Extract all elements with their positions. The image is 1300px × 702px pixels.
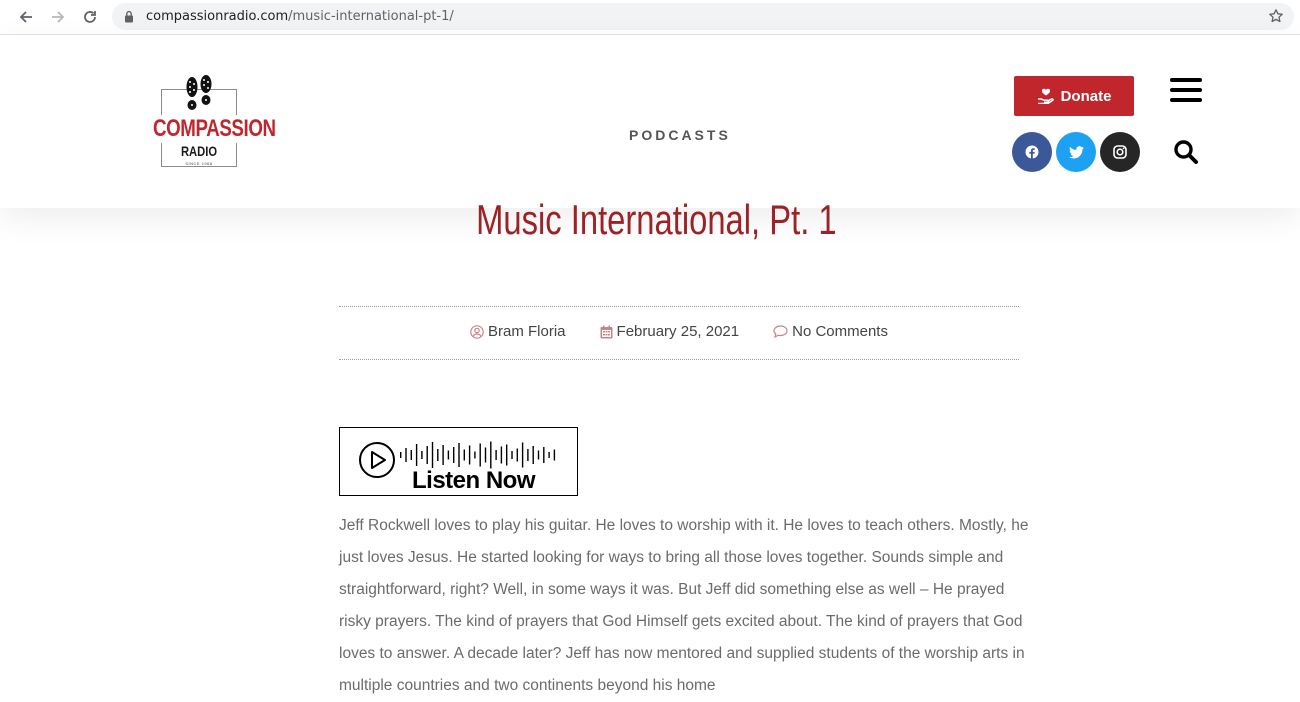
author-name: Bram Floria [488, 323, 566, 340]
post-author[interactable]: Bram Floria [470, 323, 566, 340]
address-bar[interactable]: compassionradio.com/music-international-… [112, 3, 1294, 30]
post-date[interactable]: February 25, 2021 [600, 323, 740, 340]
arrow-left-icon [19, 11, 32, 23]
hand-heart-icon [1037, 88, 1054, 104]
bookmark-star-icon[interactable] [1268, 8, 1284, 24]
back-button[interactable] [14, 5, 38, 29]
reload-icon [84, 11, 96, 23]
post-title: Music International, Pt. 1 [476, 196, 837, 243]
nav-podcasts-link[interactable]: PODCASTS [629, 127, 731, 143]
url-path: /music-international-pt-1/ [288, 9, 454, 24]
instagram-icon [1113, 145, 1127, 159]
comments-text: No Comments [792, 323, 888, 340]
instagram-button[interactable] [1100, 132, 1140, 172]
forward-button[interactable] [46, 5, 70, 29]
reload-button[interactable] [78, 5, 102, 29]
user-circle-icon [470, 324, 484, 339]
meta-divider-bottom [339, 359, 1019, 360]
site-header: COMPASSION RADIO SINCE 1968 PODCASTS Don… [0, 35, 1300, 208]
listen-now-button[interactable]: Listen Now [339, 427, 578, 496]
url-text: compassionradio.com/music-international-… [146, 9, 454, 24]
twitter-button[interactable] [1056, 132, 1096, 172]
menu-toggle-button[interactable] [1170, 78, 1202, 102]
facebook-button[interactable] [1012, 132, 1052, 172]
lock-icon [125, 10, 133, 23]
hamburger-bar [1170, 98, 1202, 102]
meta-divider-top [339, 306, 1019, 307]
arrow-right-icon [52, 11, 65, 23]
facebook-icon [1025, 145, 1039, 159]
article-body: Jeff Rockwell loves to play his guitar. … [339, 517, 1029, 694]
donate-button[interactable]: Donate [1014, 76, 1134, 116]
calendar-icon [600, 325, 613, 338]
hamburger-bar [1170, 78, 1202, 82]
comment-icon [773, 325, 788, 338]
twitter-icon [1068, 145, 1084, 158]
url-domain: compassionradio.com [146, 9, 289, 24]
browser-toolbar: compassionradio.com/music-international-… [0, 0, 1300, 35]
post-meta: Bram Floria February 25, 2021 No Comment… [339, 323, 1019, 340]
logo-tagline: SINCE 1968 [185, 161, 213, 166]
listen-now-label: Listen Now [412, 467, 536, 494]
donate-label: Donate [1060, 87, 1112, 105]
footprints-icon [186, 75, 212, 110]
audio-waveform-icon [400, 441, 556, 469]
logo-subtitle: RADIO [180, 143, 218, 159]
date-text: February 25, 2021 [616, 323, 740, 340]
post-comments[interactable]: No Comments [773, 323, 888, 340]
search-icon [1174, 140, 1198, 164]
logo-wordmark: COMPASSION [152, 115, 276, 143]
search-button[interactable] [1173, 139, 1199, 165]
site-logo[interactable]: COMPASSION RADIO SINCE 1968 [140, 75, 276, 171]
play-circle-icon [359, 442, 395, 478]
hamburger-bar [1170, 88, 1202, 92]
